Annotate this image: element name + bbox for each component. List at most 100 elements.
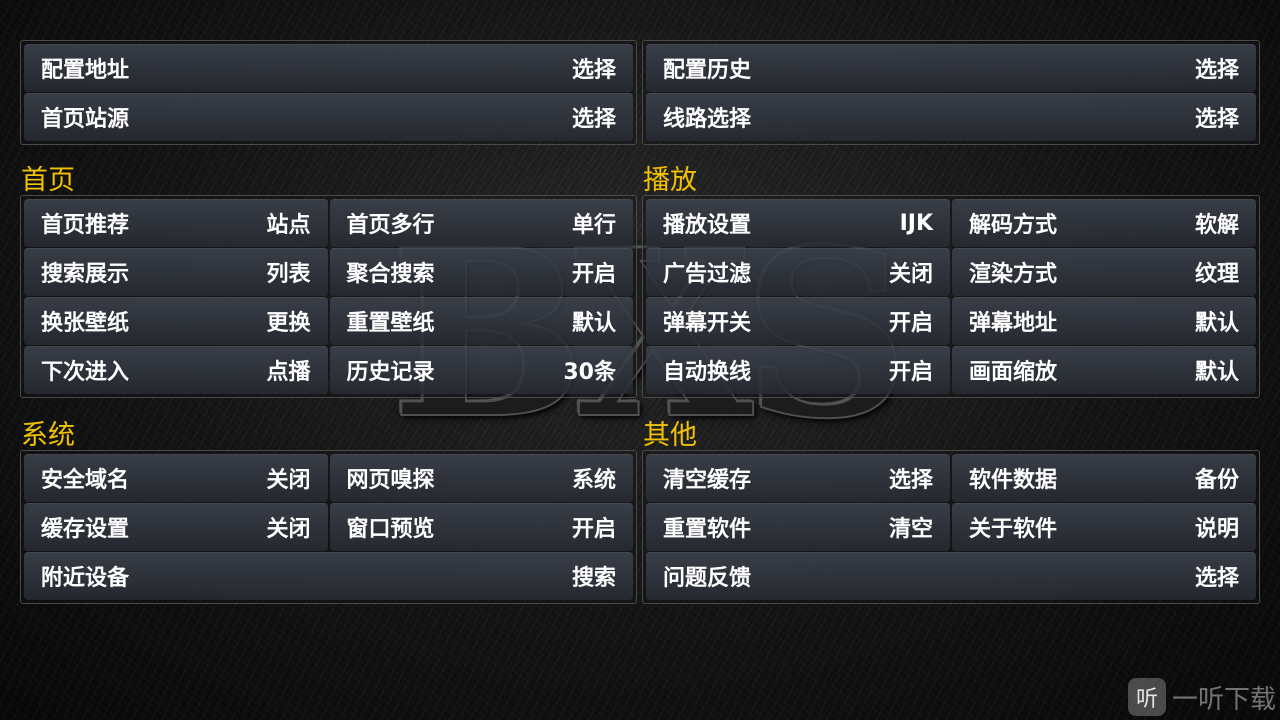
setting-label: 配置地址: [41, 58, 130, 83]
settings-row: 首页站源 选择: [24, 93, 633, 141]
setting-value: 默认: [1194, 360, 1239, 385]
setting-item[interactable]: 软件数据 备份: [952, 454, 1256, 502]
setting-label: 首页推荐: [41, 213, 130, 238]
setting-value: 开启: [888, 311, 933, 336]
setting-value: 更换: [266, 311, 311, 336]
setting-item[interactable]: 关于软件 说明: [952, 503, 1256, 551]
setting-value: 开启: [571, 262, 616, 287]
setting-value: 默认: [571, 311, 616, 336]
setting-item[interactable]: 解码方式 软解: [952, 199, 1256, 247]
setting-item[interactable]: 搜索展示 列表: [24, 248, 328, 296]
setting-item[interactable]: 重置壁纸 默认: [329, 297, 633, 345]
setting-value: 选择: [1194, 58, 1239, 83]
section-title-play: 播放: [643, 165, 697, 196]
settings-row: 配置历史 选择: [646, 44, 1256, 92]
watermark-text: 一听下载: [1171, 684, 1276, 715]
site-watermark: 听 一听下载: [1127, 678, 1276, 716]
setting-label: 重置软件: [663, 517, 752, 542]
panel-system: 安全域名 关闭 网页嗅探 系统 缓存设置 关闭 窗口预览 开启 附近设备 搜索: [20, 450, 637, 604]
setting-label: 软件数据: [969, 468, 1058, 493]
setting-item[interactable]: 历史记录 30条: [329, 346, 633, 394]
setting-item[interactable]: 线路选择 选择: [646, 93, 1256, 141]
setting-value: 关闭: [888, 262, 933, 287]
setting-item[interactable]: 网页嗅探 系统: [329, 454, 633, 502]
settings-row: 附近设备 搜索: [24, 552, 633, 600]
setting-item[interactable]: 自动换线 开启: [646, 346, 950, 394]
panel-config-source: 配置地址 选择 首页站源 选择: [20, 40, 637, 145]
settings-row: 自动换线 开启 画面缩放 默认: [646, 346, 1256, 394]
setting-item[interactable]: 问题反馈 选择: [646, 552, 1256, 600]
setting-label: 线路选择: [663, 107, 752, 132]
setting-value: 选择: [571, 107, 616, 132]
setting-item[interactable]: 换张壁纸 更换: [24, 297, 328, 345]
setting-value: 单行: [571, 213, 616, 238]
setting-label: 自动换线: [663, 360, 752, 385]
setting-label: 下次进入: [41, 360, 130, 385]
setting-item[interactable]: 首页推荐 站点: [24, 199, 328, 247]
setting-value: 列表: [266, 262, 311, 287]
setting-item[interactable]: 首页多行 单行: [329, 199, 633, 247]
settings-row: 搜索展示 列表 聚合搜索 开启: [24, 248, 633, 296]
setting-value: 点播: [266, 360, 311, 385]
setting-value: 开启: [888, 360, 933, 385]
setting-label: 弹幕开关: [663, 311, 752, 336]
setting-item[interactable]: 聚合搜索 开启: [329, 248, 633, 296]
panel-home: 首页推荐 站点 首页多行 单行 搜索展示 列表 聚合搜索 开启 换张壁纸 更换 重置壁纸 默认 下次进入…: [20, 195, 637, 398]
section-title-home: 首页: [21, 165, 75, 196]
setting-item[interactable]: 画面缩放 默认: [952, 346, 1256, 394]
setting-item[interactable]: 清空缓存 选择: [646, 454, 950, 502]
setting-label: 清空缓存: [663, 468, 752, 493]
setting-item[interactable]: 播放设置 IJK: [646, 199, 950, 247]
setting-label: 首页站源: [41, 107, 130, 132]
setting-value: 选择: [571, 58, 616, 83]
setting-item[interactable]: 窗口预览 开启: [329, 503, 633, 551]
setting-label: 窗口预览: [346, 517, 435, 542]
setting-value: 关闭: [266, 468, 311, 493]
setting-item[interactable]: 附近设备 搜索: [24, 552, 633, 600]
setting-value: 搜索: [571, 566, 616, 591]
settings-row: 播放设置 IJK 解码方式 软解: [646, 199, 1256, 247]
settings-row: 配置地址 选择: [24, 44, 633, 92]
setting-label: 搜索展示: [41, 262, 130, 287]
settings-row: 首页推荐 站点 首页多行 单行: [24, 199, 633, 247]
settings-row: 问题反馈 选择: [646, 552, 1256, 600]
setting-value: 开启: [571, 517, 616, 542]
settings-row: 线路选择 选择: [646, 93, 1256, 141]
setting-value: 30条: [563, 360, 616, 385]
setting-value: 关闭: [266, 517, 311, 542]
setting-value: 默认: [1194, 311, 1239, 336]
setting-label: 安全域名: [41, 468, 130, 493]
settings-row: 清空缓存 选择 软件数据 备份: [646, 454, 1256, 502]
setting-label: 首页多行: [346, 213, 435, 238]
setting-label: 关于软件: [969, 517, 1058, 542]
setting-label: 历史记录: [346, 360, 435, 385]
setting-value: 纹理: [1194, 262, 1239, 287]
panel-config-history: 配置历史 选择 线路选择 选择: [642, 40, 1260, 145]
setting-value: 选择: [888, 468, 933, 493]
setting-item[interactable]: 下次进入 点播: [24, 346, 328, 394]
setting-label: 网页嗅探: [346, 468, 435, 493]
setting-item[interactable]: 弹幕地址 默认: [952, 297, 1256, 345]
setting-label: 广告过滤: [663, 262, 752, 287]
setting-value: 备份: [1194, 468, 1239, 493]
setting-item[interactable]: 安全域名 关闭: [24, 454, 328, 502]
setting-item[interactable]: 配置历史 选择: [646, 44, 1256, 92]
setting-label: 弹幕地址: [969, 311, 1058, 336]
setting-label: 渲染方式: [969, 262, 1058, 287]
section-title-system: 系统: [21, 420, 75, 451]
setting-label: 聚合搜索: [346, 262, 435, 287]
setting-item[interactable]: 重置软件 清空: [646, 503, 950, 551]
setting-item[interactable]: 缓存设置 关闭: [24, 503, 328, 551]
setting-item[interactable]: 渲染方式 纹理: [952, 248, 1256, 296]
setting-label: 画面缩放: [969, 360, 1058, 385]
setting-item[interactable]: 弹幕开关 开启: [646, 297, 950, 345]
setting-item[interactable]: 首页站源 选择: [24, 93, 633, 141]
setting-item[interactable]: 广告过滤 关闭: [646, 248, 950, 296]
setting-label: 附近设备: [41, 566, 130, 591]
setting-label: 换张壁纸: [41, 311, 130, 336]
setting-value: 系统: [571, 468, 616, 493]
settings-row: 广告过滤 关闭 渲染方式 纹理: [646, 248, 1256, 296]
setting-value: 站点: [266, 213, 311, 238]
setting-label: 问题反馈: [663, 566, 752, 591]
setting-item[interactable]: 配置地址 选择: [24, 44, 633, 92]
